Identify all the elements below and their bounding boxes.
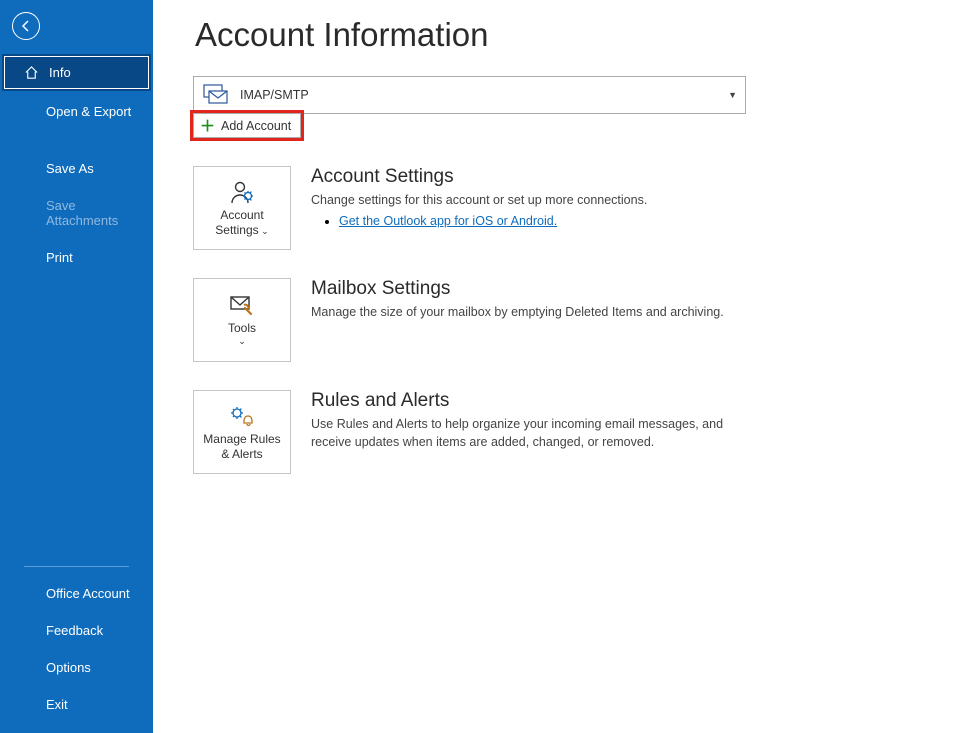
account-settings-tile[interactable]: Account Settings ⌄ <box>193 166 291 250</box>
sidebar-item-print[interactable]: Print <box>0 239 153 276</box>
rules-alerts-text: Rules and Alerts Use Rules and Alerts to… <box>311 390 751 474</box>
sidebar-item-label: Office Account <box>46 586 130 601</box>
section-desc: Manage the size of your mailbox by empty… <box>311 304 751 322</box>
sidebar-item-label: Exit <box>46 697 68 712</box>
rules-alerts-tile[interactable]: Manage Rules & Alerts <box>193 390 291 474</box>
envelope-wrench-icon <box>229 292 255 318</box>
sidebar-item-label: Save Attachments <box>46 198 118 228</box>
sidebar-item-info[interactable]: Info <box>2 54 151 91</box>
sidebar-item-label: Open & Export <box>46 104 131 119</box>
sidebar-item-save-as[interactable]: Save As <box>0 150 153 187</box>
mail-account-icon <box>202 83 230 107</box>
tile-label: Manage Rules & Alerts <box>203 432 280 462</box>
main-content: Account Information IMAP/SMTP ▼ ＋ Add Ac… <box>153 0 972 733</box>
tile-label: Tools ⌄ <box>228 321 256 347</box>
sidebar-item-label: Options <box>46 660 91 675</box>
sidebar-item-label: Save As <box>46 161 94 176</box>
add-account-label: Add Account <box>221 119 291 133</box>
chevron-down-icon: ▼ <box>728 90 737 100</box>
links-list: Get the Outlook app for iOS or Android. <box>311 214 751 228</box>
sidebar-item-label: Print <box>46 250 73 265</box>
chevron-down-icon: ⌄ <box>228 336 256 347</box>
sidebar-item-office-account[interactable]: Office Account <box>0 575 153 612</box>
account-type-label: IMAP/SMTP <box>240 88 309 102</box>
outlook-app-link[interactable]: Get the Outlook app for iOS or Android. <box>339 214 557 228</box>
plus-icon: ＋ <box>200 115 215 136</box>
sidebar-item-exit[interactable]: Exit <box>0 686 153 723</box>
account-dropdown[interactable]: IMAP/SMTP ▼ <box>193 76 746 114</box>
backstage-sidebar: Info Open & Export Save As Save Attachme… <box>0 0 153 733</box>
sidebar-divider <box>24 566 129 567</box>
mailbox-settings-text: Mailbox Settings Manage the size of your… <box>311 278 751 362</box>
sidebar-item-label: Feedback <box>46 623 103 638</box>
section-rules-alerts: Manage Rules & Alerts Rules and Alerts U… <box>193 390 972 474</box>
page-title: Account Information <box>195 16 972 54</box>
account-settings-text: Account Settings Change settings for thi… <box>311 166 751 250</box>
sidebar-item-feedback[interactable]: Feedback <box>0 612 153 649</box>
sidebar-item-label: Info <box>49 65 71 80</box>
gear-bell-icon <box>229 403 255 429</box>
home-icon <box>24 65 39 80</box>
section-account-settings: Account Settings ⌄ Account Settings Chan… <box>193 166 972 250</box>
section-heading: Rules and Alerts <box>311 390 751 412</box>
chevron-down-icon: ⌄ <box>259 226 269 236</box>
section-mailbox-settings: Tools ⌄ Mailbox Settings Manage the size… <box>193 278 972 362</box>
person-gear-icon <box>229 179 255 205</box>
sidebar-bottom: Office Account Feedback Options Exit <box>0 558 153 733</box>
add-account-button[interactable]: ＋ Add Account <box>193 113 301 138</box>
back-arrow-icon <box>12 12 40 40</box>
tile-label: Account Settings ⌄ <box>215 208 268 238</box>
section-heading: Account Settings <box>311 166 751 188</box>
section-desc: Change settings for this account or set … <box>311 192 751 210</box>
tools-tile[interactable]: Tools ⌄ <box>193 278 291 362</box>
section-desc: Use Rules and Alerts to help organize yo… <box>311 416 751 451</box>
sidebar-item-open-export[interactable]: Open & Export <box>0 93 153 130</box>
sidebar-item-options[interactable]: Options <box>0 649 153 686</box>
section-heading: Mailbox Settings <box>311 278 751 300</box>
sidebar-item-save-attachments: Save Attachments <box>0 187 153 239</box>
back-button[interactable] <box>0 0 153 52</box>
